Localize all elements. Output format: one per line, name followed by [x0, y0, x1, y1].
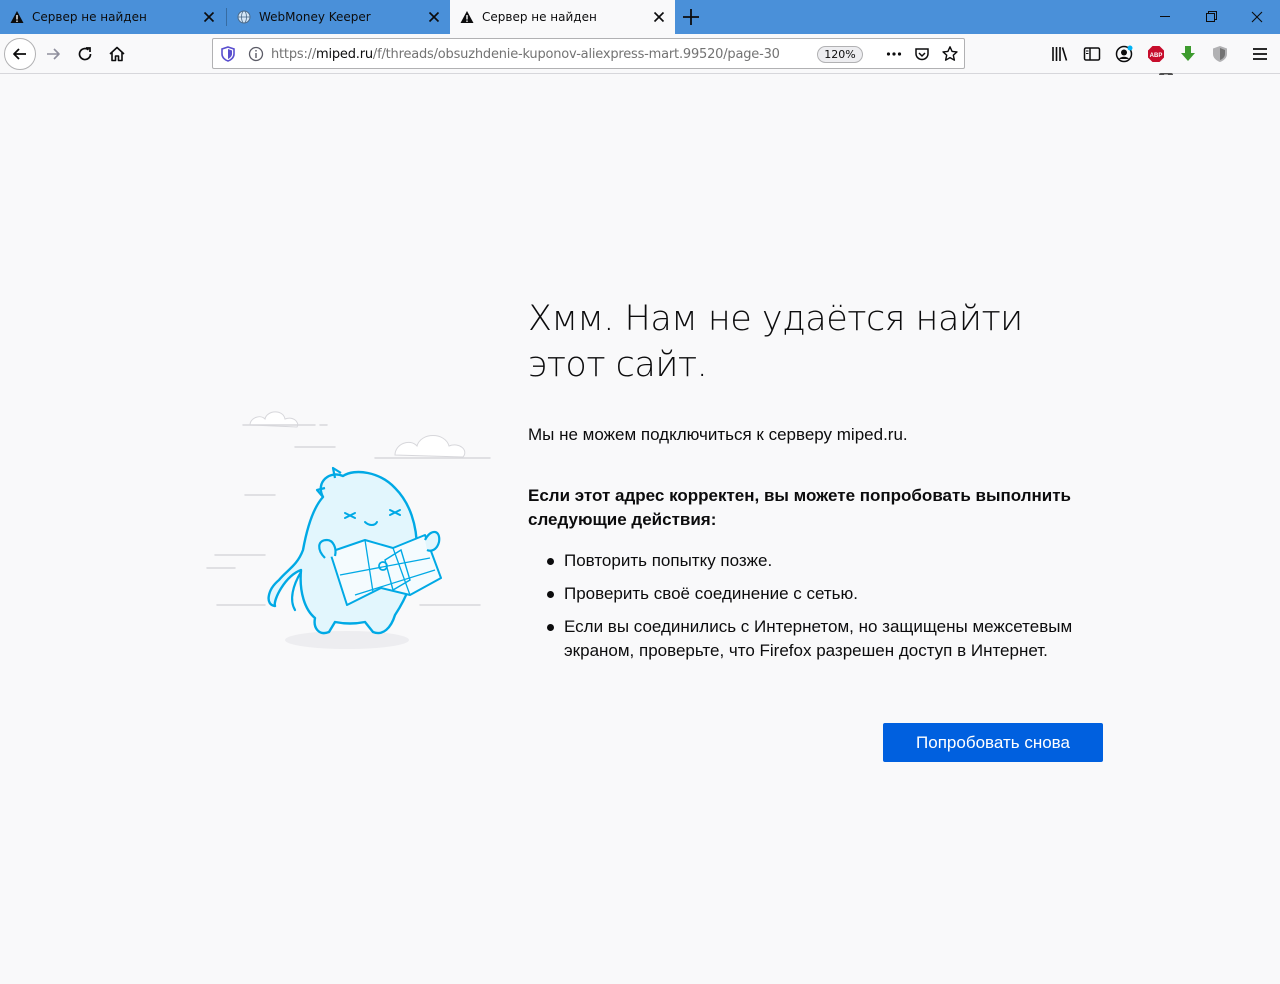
- error-description: Мы не можем подключиться к серверу miped…: [528, 425, 908, 444]
- warning-icon: [460, 11, 474, 23]
- list-item: Проверить своё соединение с сетью.: [528, 582, 1108, 606]
- zoom-badge[interactable]: 120%: [817, 46, 863, 63]
- tab-title: WebMoney Keeper: [259, 10, 371, 24]
- home-icon: [109, 46, 125, 62]
- tab-webmoney-keeper[interactable]: WebMoney Keeper: [227, 0, 450, 34]
- globe-icon: [237, 10, 251, 24]
- url-path: /f/threads/obsuzhdenie-kuponov-aliexpres…: [372, 47, 781, 62]
- arrow-left-icon: [13, 48, 26, 60]
- tab-title: Сервер не найден: [32, 10, 147, 24]
- bullet-icon: [547, 624, 554, 631]
- try-again-button[interactable]: Попробовать снова: [883, 723, 1103, 762]
- url-text[interactable]: https://miped.ru/f/threads/obsuzhdenie-k…: [271, 47, 781, 62]
- back-button[interactable]: [4, 38, 36, 70]
- home-button[interactable]: [102, 39, 132, 69]
- reload-icon: [78, 47, 92, 61]
- lost-monster-illustration: [206, 411, 491, 649]
- suggestions-list: Повторить попытку позже. Проверить своё …: [528, 549, 1108, 672]
- forward-button[interactable]: [38, 39, 68, 69]
- restore-icon[interactable]: [1188, 0, 1234, 34]
- close-icon[interactable]: [201, 9, 217, 25]
- tab-title: Сервер не найден: [482, 10, 597, 24]
- nav-bar: https://miped.ru/f/threads/obsuzhdenie-k…: [0, 34, 1280, 84]
- sidebar-icon[interactable]: [1082, 44, 1102, 64]
- url-prefix: https://: [271, 47, 316, 62]
- suggestion-text: Проверить своё соединение с сетью.: [564, 584, 858, 603]
- minimize-icon[interactable]: [1142, 0, 1188, 34]
- library-icon[interactable]: [1050, 44, 1070, 64]
- error-title: Хмм. Нам не удаётся найти этот сайт.: [528, 299, 1023, 385]
- error-subtitle: Если этот адрес корректен, вы можете поп…: [528, 486, 1071, 529]
- info-icon[interactable]: [247, 45, 265, 63]
- close-icon[interactable]: [426, 9, 442, 25]
- menu-icon[interactable]: [1250, 44, 1270, 64]
- url-bar[interactable]: https://miped.ru/f/threads/obsuzhdenie-k…: [212, 38, 965, 69]
- close-icon[interactable]: [651, 9, 667, 25]
- pocket-icon[interactable]: [913, 45, 931, 63]
- svg-text:ABP: ABP: [1150, 53, 1163, 59]
- list-item: Если вы соединились с Интернетом, но защ…: [528, 615, 1108, 663]
- new-tab-icon[interactable]: [680, 6, 702, 28]
- shield-icon[interactable]: [219, 45, 237, 63]
- close-window-icon[interactable]: [1234, 0, 1280, 34]
- list-item: Повторить попытку позже.: [528, 549, 1108, 573]
- tab-server-not-found-1[interactable]: Сервер не найден: [0, 0, 225, 34]
- bullet-icon: [547, 591, 554, 598]
- reload-button[interactable]: [70, 39, 100, 69]
- account-icon[interactable]: [1114, 44, 1134, 64]
- adblock-plus-icon[interactable]: ABP: [1146, 44, 1166, 64]
- warning-icon: [10, 11, 24, 23]
- download-helper-icon[interactable]: [1178, 44, 1198, 64]
- suggestion-text: Повторить попытку позже.: [564, 551, 773, 570]
- bullet-icon: [547, 558, 554, 565]
- title-bar: Сервер не найден WebMoney Keeper Сервер …: [0, 0, 1280, 34]
- url-host: miped.ru: [316, 47, 373, 62]
- arrow-right-icon: [47, 48, 60, 60]
- more-actions-icon[interactable]: [885, 45, 903, 63]
- cloud-icon: [249, 411, 466, 458]
- bookmark-star-icon[interactable]: [941, 45, 959, 63]
- shield-extension-icon[interactable]: [1210, 44, 1230, 64]
- tab-server-not-found-active[interactable]: Сервер не найден: [450, 0, 675, 34]
- suggestion-text: Если вы соединились с Интернетом, но защ…: [564, 617, 1073, 660]
